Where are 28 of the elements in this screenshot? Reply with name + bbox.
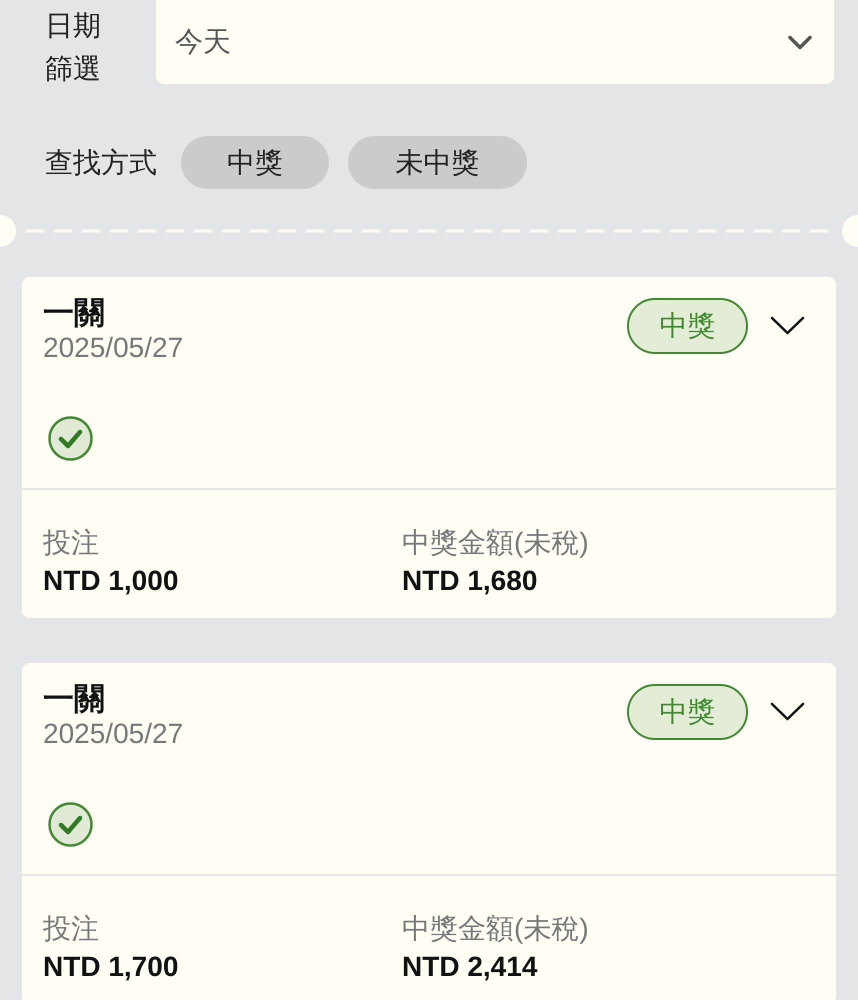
chevron-down-icon [770,316,805,336]
chevron-down-icon [788,34,812,50]
payout-amount: NTD 2,414 [402,950,538,984]
stake-label: 投注 [43,912,99,946]
bet-title: 一關 [43,295,106,331]
bet-title: 一關 [43,681,106,717]
stake-amount: NTD 1,000 [43,564,178,598]
status-badge: 中獎 [627,298,748,354]
payout-amount: NTD 1,680 [402,564,538,598]
chevron-down-icon [770,702,805,722]
check-circle-icon [48,416,93,461]
expand-button[interactable] [770,316,805,336]
status-badge: 中獎 [627,684,748,740]
filter-chip[interactable]: 中獎 [181,136,329,189]
ticket-notch [842,215,858,247]
payout-label: 中獎金額(未稅) [402,526,589,560]
bet-date: 2025/05/27 [43,331,184,365]
ticket-notch [0,215,16,247]
expand-button[interactable] [770,702,805,722]
stake-amount: NTD 1,700 [43,950,178,984]
payout-label: 中獎金額(未稅) [402,912,589,946]
filter-chip[interactable]: 未中獎 [348,136,527,189]
date-filter-label: 日期篩選 [45,9,102,86]
check-circle-icon [48,802,93,847]
bet-date: 2025/05/27 [43,717,184,751]
search-mode-label: 查找方式 [45,146,157,180]
stake-label: 投注 [43,526,99,560]
date-dropdown[interactable]: 今天 [156,0,834,84]
